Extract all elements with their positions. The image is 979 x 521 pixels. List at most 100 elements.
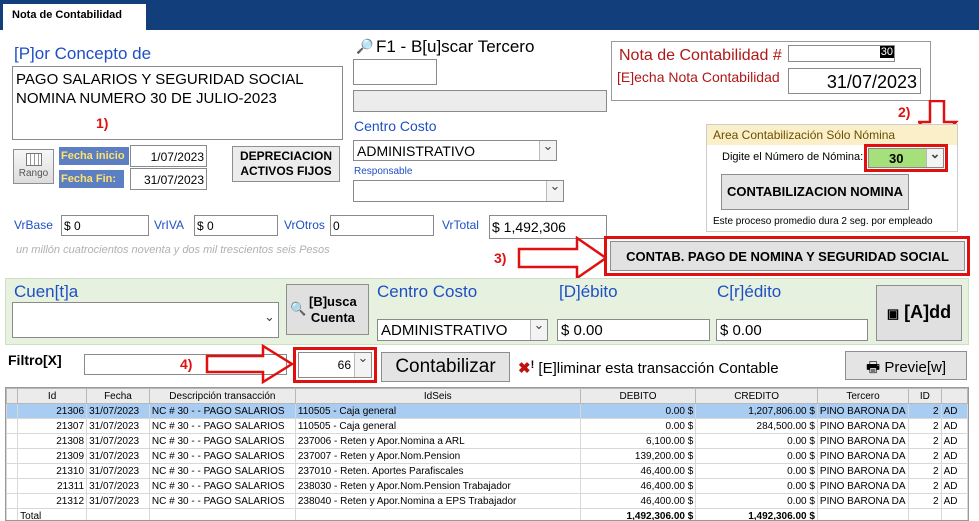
centro-costo-select[interactable]: ADMINISTRATIVO <box>353 140 557 161</box>
tercero-code-input[interactable] <box>353 59 437 85</box>
table-cell: AD <box>940 433 968 449</box>
table-row[interactable]: 21309 31/07/2023 NC # 30 - - PAGO SALARIOS… <box>6 448 968 464</box>
table-cell: 1,207,806.00 $ <box>695 403 818 419</box>
printer-icon: 🖶 <box>865 359 881 376</box>
table-cell: 284,500.00 $ <box>695 418 818 434</box>
filtro-combo[interactable]: 66 <box>298 352 372 378</box>
col-extra[interactable] <box>940 388 968 404</box>
table-cell: 0.00 $ <box>695 448 818 464</box>
table-cell: 2 <box>908 478 942 494</box>
col-idseis[interactable]: IdSeis <box>294 388 581 404</box>
add-button[interactable]: ▣ [A]dd <box>876 285 962 341</box>
chevron-down-icon[interactable] <box>530 320 547 340</box>
fecha-inicio-input[interactable]: 1/07/2023 <box>130 145 207 167</box>
contab-pago-nomina-button[interactable]: CONTAB. PAGO DE NOMINA Y SEGURIDAD SOCIA… <box>610 241 965 271</box>
table-cell: PINO BARONA DA <box>816 418 910 434</box>
fecha-fin-input[interactable]: 31/07/2023 <box>130 168 207 190</box>
annotation-4: 4) <box>180 356 193 372</box>
table-cell: 31/07/2023 <box>86 403 150 419</box>
binoculars-icon[interactable]: 🔎 <box>356 38 373 55</box>
table-cell: 139,200.00 $ <box>579 448 697 464</box>
table-cell: 238030 - Reten y Apor.Nom.Pension Trabaj… <box>294 478 581 494</box>
nomina-title: Area Contabilización Sólo Nómina <box>707 125 957 145</box>
eliminar-button[interactable]: ✖! [E]liminar esta transacción Contable <box>518 359 779 377</box>
row-selector[interactable] <box>6 463 19 479</box>
window-tab[interactable]: Nota de Contabilidad <box>3 4 146 30</box>
fecha-nota-input[interactable]: 31/07/2023 <box>788 68 921 94</box>
annotation-3: 3) <box>494 250 507 266</box>
vriva-input[interactable]: $ 0 <box>194 215 278 236</box>
depreciacion-button[interactable]: DEPRECIACION ACTIVOS FIJOS <box>232 146 340 182</box>
debito-input[interactable]: $ 0.00 <box>557 319 710 341</box>
credito-input[interactable]: $ 0.00 <box>716 319 868 341</box>
table-cell: 0.00 $ <box>695 433 818 449</box>
table-cell: PINO BARONA DA <box>816 448 910 464</box>
row-selector[interactable] <box>6 493 19 509</box>
table-cell: 237006 - Reten y Apor.Nomina a ARL <box>294 433 581 449</box>
table-cell: NC # 30 - - PAGO SALARIOS <box>148 418 296 434</box>
chevron-down-icon[interactable] <box>354 353 371 377</box>
chevron-down-icon[interactable] <box>539 141 556 160</box>
table-row[interactable]: 21312 31/07/2023 NC # 30 - - PAGO SALARIOS… <box>6 493 968 509</box>
table-cell: PINO BARONA DA <box>816 463 910 479</box>
col-fecha[interactable]: Fecha <box>86 388 150 404</box>
row-selector[interactable] <box>6 433 19 449</box>
save-icon: ▣ <box>886 306 900 321</box>
table-cell: 2 <box>908 403 942 419</box>
row-selector[interactable] <box>6 478 19 494</box>
chevron-down-icon[interactable] <box>261 312 278 330</box>
grid-total-row: Total 1,492,306.00 $ 1,492,306.00 $ <box>6 508 968 520</box>
col-id[interactable]: Id <box>17 388 88 404</box>
col-credito[interactable]: CREDITO <box>695 388 818 404</box>
table-row[interactable]: 21306 31/07/2023 NC # 30 - - PAGO SALARIOS… <box>6 403 968 419</box>
table-cell: 238040 - Reten y Apor.Nomina a EPS Traba… <box>294 493 581 509</box>
table-cell: 0.00 $ <box>579 418 697 434</box>
tercero-name-field <box>353 90 607 112</box>
table-row[interactable]: 21308 31/07/2023 NC # 30 - - PAGO SALARIOS… <box>6 433 968 449</box>
table-cell: 21308 <box>17 433 88 449</box>
search-icon: 🔍 <box>290 301 307 316</box>
total-credito: 1,492,306.00 $ <box>695 508 818 520</box>
row-selector[interactable] <box>6 418 19 434</box>
concepto-textarea[interactable]: PAGO SALARIOS Y SEGURIDAD SOCIAL NOMINA … <box>12 66 343 140</box>
contabilizacion-nomina-button[interactable]: CONTABILIZACION NOMINA <box>721 174 909 210</box>
add-label: [A]dd <box>904 302 952 322</box>
col-debito[interactable]: DEBITO <box>579 388 697 404</box>
calendar-icon <box>25 153 42 166</box>
responsable-select[interactable] <box>353 180 564 202</box>
table-cell: AD <box>940 493 968 509</box>
col-descripcion[interactable]: Descripción transacción <box>148 388 296 404</box>
fecha-fin-label: Fecha Fin: <box>59 170 124 188</box>
cuenta-select[interactable] <box>12 302 279 338</box>
rango-button[interactable]: Rango <box>13 149 54 184</box>
table-cell: 0.00 $ <box>579 403 697 419</box>
table-row[interactable]: 21310 31/07/2023 NC # 30 - - PAGO SALARIOS… <box>6 463 968 479</box>
chevron-down-icon[interactable] <box>546 181 563 201</box>
delete-icon: ✖ <box>518 360 531 377</box>
table-cell: 46,400.00 $ <box>579 493 697 509</box>
eliminar-label: [E]liminar esta transacción Contable <box>538 360 779 377</box>
table-cell: NC # 30 - - PAGO SALARIOS <box>148 478 296 494</box>
table-cell: 2 <box>908 418 942 434</box>
table-row[interactable]: 21307 31/07/2023 NC # 30 - - PAGO SALARIOS… <box>6 418 968 434</box>
nomina-number-select[interactable]: 30 <box>868 148 944 168</box>
col-id2[interactable]: ID <box>908 388 942 404</box>
nota-number-input[interactable]: 30 <box>788 45 895 62</box>
col-tercero[interactable]: Tercero <box>816 388 910 404</box>
table-cell: AD <box>940 478 968 494</box>
table-cell: NC # 30 - - PAGO SALARIOS <box>148 463 296 479</box>
entrada-cc-select[interactable]: ADMINISTRATIVO <box>377 319 548 341</box>
row-selector[interactable] <box>6 448 19 464</box>
preview-button[interactable]: 🖶 Previe[w] <box>845 351 967 380</box>
contabilizar-button[interactable]: Contabilizar <box>381 352 510 382</box>
vrotros-input[interactable]: 0 <box>330 215 434 236</box>
chevron-down-icon[interactable] <box>926 149 943 167</box>
debito-label: [D]ébito <box>559 282 618 301</box>
row-selector[interactable] <box>6 403 19 419</box>
vrbase-input[interactable]: $ 0 <box>61 215 149 236</box>
transactions-grid[interactable]: Id Fecha Descripción transacción IdSeis … <box>5 387 969 521</box>
arrow-right-icon <box>205 344 295 384</box>
busca-cuenta-button[interactable]: 🔍 [B]usca Cuenta <box>286 284 369 335</box>
table-row[interactable]: 21311 31/07/2023 NC # 30 - - PAGO SALARIOS… <box>6 478 968 494</box>
nota-label: Nota de Contabilidad # <box>619 47 782 64</box>
